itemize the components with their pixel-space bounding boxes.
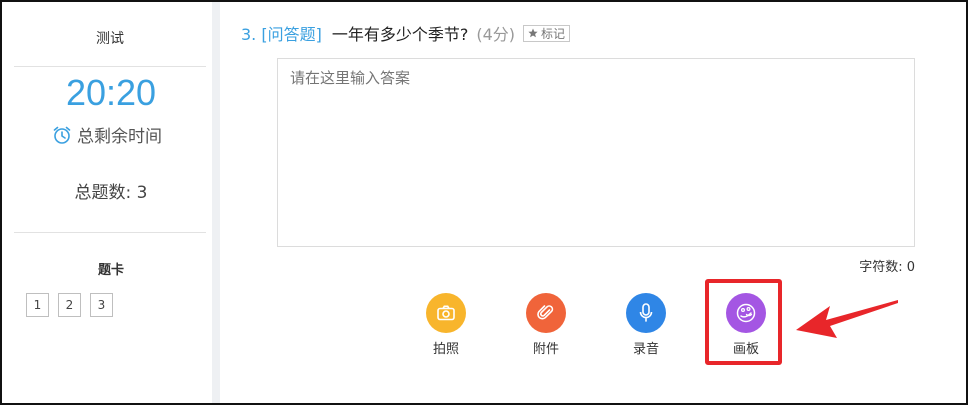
answer-card: 1 2 3 [26,293,113,317]
character-count: 字符数: 0 [859,260,915,275]
divider [14,66,206,67]
answer-card-title: 题卡 [97,263,124,278]
question-card-1[interactable]: 1 [26,293,49,317]
countdown-timer: 20:20 [65,72,157,113]
camera-icon [437,305,455,321]
question-number: 3. [问答题] [241,25,322,44]
paperclip-icon [537,305,554,320]
question-score: (4分) [476,25,516,44]
answer-input[interactable] [277,58,915,247]
divider [14,232,206,233]
microphone-icon [639,303,653,322]
alarm-clock-icon [53,126,71,144]
sidebar-separator [212,2,220,403]
record-label: 录音 [632,342,659,357]
remaining-time-label: 总剩余时间 [77,127,162,147]
exam-name: 测试 [96,31,124,47]
camera-label: 拍照 [432,342,459,357]
question-card-3[interactable]: 3 [90,293,113,317]
question-header: 3. [问答题] 一年有多少个季节? (4分) 标记 [241,21,571,45]
attachment-label: 附件 [532,342,559,357]
arrow-annotation-icon [796,300,898,338]
question-text: 一年有多少个季节? [331,25,469,44]
total-questions: 总题数: 3 [74,183,148,203]
remaining-time: 总剩余时间 [52,122,162,147]
sidebar: 测试 20:20 总剩余时间 总题数: 3 题卡 1 2 3 [2,2,212,403]
star-icon [528,28,538,38]
camera-button[interactable]: 拍照 [416,293,476,357]
question-card-2[interactable]: 2 [58,293,81,317]
record-button[interactable]: 录音 [616,293,676,357]
mark-label: 标记 [541,26,566,41]
highlight-box [705,279,782,365]
mark-button[interactable]: 标记 [523,24,571,42]
attachment-button[interactable]: 附件 [516,293,576,357]
